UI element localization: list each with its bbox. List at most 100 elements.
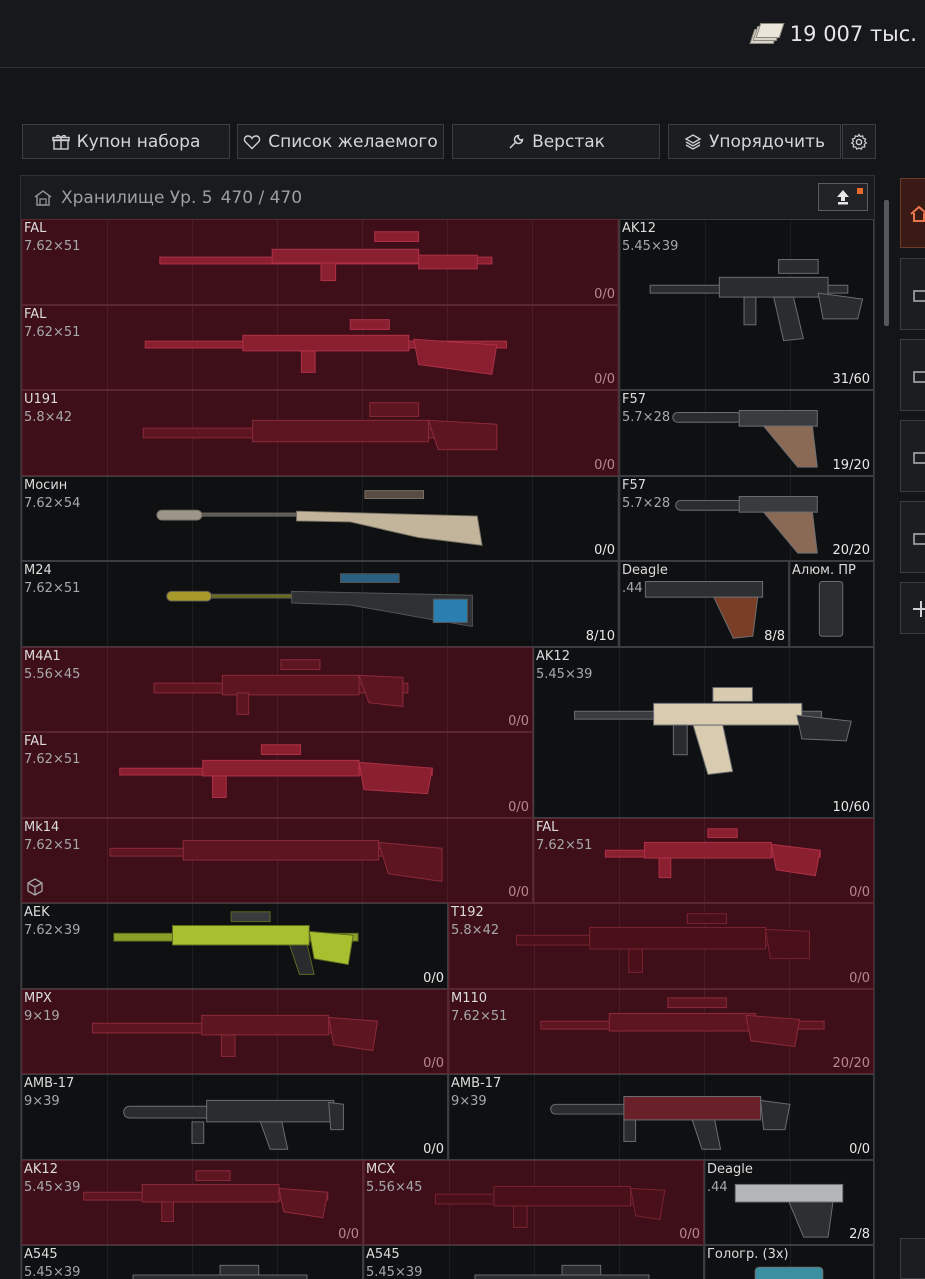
storage-icon [913,371,925,383]
coupon-button[interactable]: Купон набора [22,124,230,159]
wishlist-button[interactable]: Список желаемого [237,124,444,159]
side-tab-2[interactable] [900,339,925,411]
item-count: 0/0 [594,372,615,387]
item-name: M4A1 [24,649,61,664]
gift-icon [51,134,70,150]
item-name: Алюм. ПР [792,563,856,578]
money-amount: 19 007 тыс. [789,22,917,46]
item-cell[interactable]: MPX 9×19 0/0 [21,989,448,1074]
item-count: 20/20 [832,1056,870,1071]
item-count: 0/0 [508,885,529,900]
item-count: 0/0 [423,1056,444,1071]
item-cell[interactable]: Мосин 7.62×54 0/0 [21,476,619,561]
item-count: 0/0 [679,1227,700,1242]
storage-icon [913,452,925,464]
item-cell[interactable]: AMB-17 9×39 0/0 [448,1074,874,1160]
item-cell[interactable]: M24 7.62×51 8/10 [21,561,619,647]
item-name: AK12 [536,649,570,664]
side-tab-4[interactable] [900,501,925,573]
wrench-icon [509,134,524,149]
side-tab-stash[interactable] [900,178,925,248]
gear-icon [850,132,868,150]
item-cell[interactable]: A545 5.45×39 [363,1245,704,1279]
item-cell[interactable]: AK12 5.45×39 31/60 [619,219,874,390]
item-cell[interactable]: AK12 5.45×39 10/60 [533,647,874,818]
item-cell[interactable]: AK12 5.45×39 0/0 [21,1160,363,1245]
item-cell[interactable]: Deagle .44 8/8 [619,561,789,647]
item-cell[interactable]: AMB-17 9×39 0/0 [21,1074,448,1160]
rifle-icon [144,319,507,375]
item-count: 10/60 [832,800,870,815]
settings-button[interactable] [842,124,876,159]
stash-scrollbar[interactable] [884,200,889,326]
item-name: AK12 [622,221,656,236]
item-caliber: 5.7×28 [622,496,671,511]
item-name: FAL [24,734,47,749]
rifle-icon [434,1185,666,1228]
item-cell[interactable]: F57 5.7×28 20/20 [619,476,874,561]
rifle-icon [540,997,825,1048]
item-cell[interactable]: FAL 7.62×51 0/0 [533,818,874,903]
item-name: AK12 [24,1162,58,1177]
item-cell[interactable]: F57 5.7×28 19/20 [619,390,874,476]
item-cell[interactable]: Deagle .44 2/8 [704,1160,874,1245]
rifle-icon [113,911,359,975]
sort-label: Упорядочить [708,131,826,152]
box-icon [27,878,43,896]
item-caliber: 9×39 [451,1094,487,1109]
item-count: 0/0 [423,1142,444,1157]
rifle-icon [91,1014,379,1057]
item-count: 8/10 [585,629,615,644]
item-name: F57 [622,478,647,493]
sort-button[interactable]: Упорядочить [668,124,841,159]
item-cell[interactable]: Алюм. ПР [789,561,874,647]
side-tab-3[interactable] [900,420,925,492]
item-count: 0/0 [338,1227,359,1242]
rifle-icon [159,231,493,282]
workbench-label: Верстак [532,131,605,152]
item-cell[interactable]: Гологр. (3x) [704,1245,874,1279]
rifle-icon [142,402,498,451]
item-cell[interactable]: U191 5.8×42 0/0 [21,390,619,476]
item-name: M24 [24,563,52,578]
item-cell[interactable]: T192 5.8×42 0/0 [448,903,874,989]
stash-title: Хранилище Ур. 5 470 / 470 [33,188,302,208]
item-name: A545 [366,1247,400,1262]
item-cell[interactable]: M110 7.62×51 20/20 [448,989,874,1074]
item-name: U191 [24,392,59,407]
workbench-button[interactable]: Верстак [452,124,660,159]
item-caliber: 7.62×51 [24,752,81,767]
arrow-up-icon [837,190,849,205]
item-caliber: 5.56×45 [24,667,81,682]
item-cell[interactable]: M4A1 5.56×45 0/0 [21,647,533,732]
item-cell[interactable]: MCX 5.56×45 0/0 [363,1160,704,1245]
wishlist-label: Список желаемого [268,131,438,152]
storage-icon [913,290,925,302]
side-tab-1[interactable] [900,258,925,330]
item-cell[interactable]: FAL 7.62×51 0/0 [21,219,619,305]
item-name: MPX [24,991,52,1006]
stash-upgrade-button[interactable] [818,183,868,211]
item-caliber: 5.45×39 [536,667,593,682]
banknotes-icon [749,23,785,45]
item-name: Deagle [622,563,668,578]
side-tab-bottom[interactable] [900,1238,925,1279]
item-caliber: 7.62×51 [24,325,81,340]
item-caliber: 9×19 [24,1009,60,1024]
item-caliber: 7.62×51 [536,838,593,853]
item-cell[interactable]: A545 5.45×39 [21,1245,363,1279]
item-count: 0/0 [849,971,870,986]
item-cell[interactable]: FAL 7.62×51 0/0 [21,732,533,818]
item-cell[interactable]: Mk14 7.62×51 0/0 [21,818,533,903]
item-caliber: 5.45×39 [622,239,679,254]
item-name: AMB-17 [24,1076,75,1091]
item-caliber: 5.8×42 [451,923,500,938]
item-count: 19/20 [832,458,870,473]
item-cell[interactable]: AEK 7.62×39 0/0 [21,903,448,989]
item-name: Mk14 [24,820,60,835]
item-caliber: 7.62×51 [24,239,81,254]
stash-grid: FAL 7.62×51 0/0 AK12 5.45×39 31/60 FAL 7… [21,219,874,1279]
item-cell[interactable]: FAL 7.62×51 0/0 [21,305,619,390]
side-tab-add[interactable] [900,582,925,634]
item-count: 0/0 [594,287,615,302]
